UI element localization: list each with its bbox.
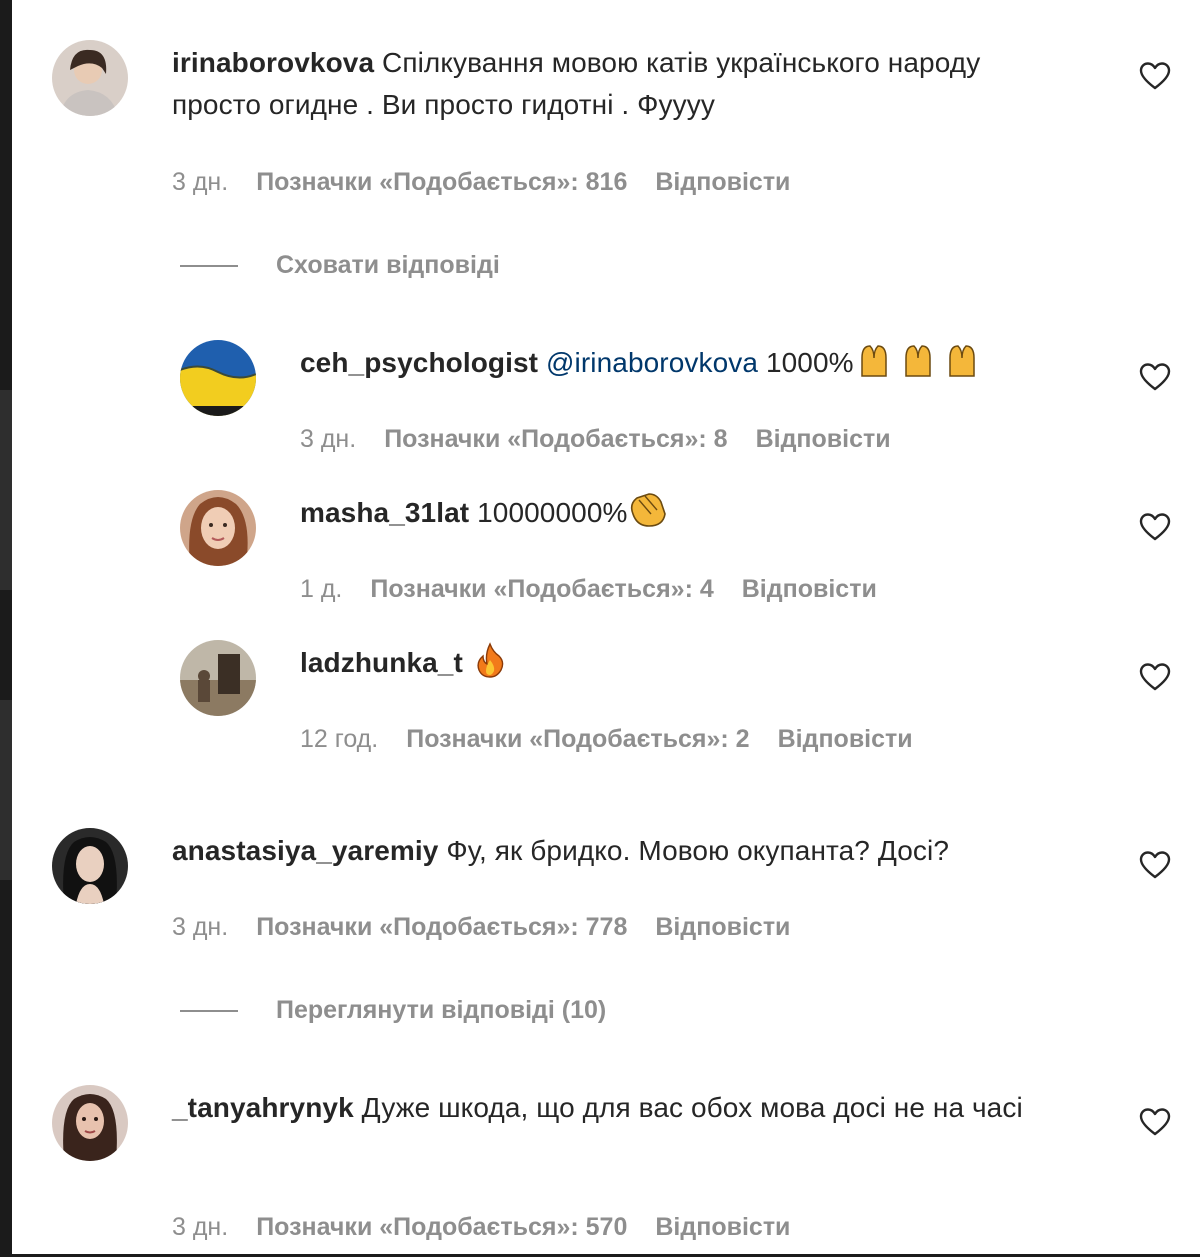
window-left-edge bbox=[0, 0, 12, 1257]
avatar[interactable] bbox=[180, 640, 256, 716]
comment-text: Дуже шкода, що для вас обох мова досі не… bbox=[361, 1092, 1023, 1123]
like-count[interactable]: Позначки «Подобається»: 778 bbox=[256, 913, 627, 941]
like-count[interactable]: Позначки «Подобається»: 816 bbox=[256, 168, 627, 196]
heart-outline-icon[interactable] bbox=[1139, 362, 1171, 392]
mention-link[interactable]: @irinaborovkova bbox=[546, 347, 758, 378]
avatar[interactable] bbox=[180, 490, 256, 566]
view-replies-button[interactable]: Переглянути відповіді (10) bbox=[180, 996, 606, 1025]
heart-outline-icon[interactable] bbox=[1139, 1107, 1171, 1137]
raising-hands-icon bbox=[858, 342, 986, 378]
reply-button[interactable]: Відповісти bbox=[655, 1213, 790, 1241]
reply-username[interactable]: ladzhunka_t bbox=[300, 647, 463, 678]
like-count[interactable]: Позначки «Подобається»: 570 bbox=[256, 1213, 627, 1241]
reply-button[interactable]: Відповісти bbox=[778, 725, 913, 753]
comment-username[interactable]: _tanyahrynyk bbox=[172, 1092, 354, 1123]
avatar[interactable] bbox=[52, 1085, 128, 1161]
reply-button[interactable]: Відповісти bbox=[655, 168, 790, 196]
reply-username[interactable]: ceh_psychologist bbox=[300, 347, 538, 378]
comment-username[interactable]: anastasiya_yaremiy bbox=[172, 835, 438, 866]
like-count[interactable]: Позначки «Подобається»: 8 bbox=[384, 425, 727, 453]
clapping-hands-icon bbox=[627, 492, 667, 528]
like-count[interactable]: Позначки «Подобається»: 2 bbox=[406, 725, 749, 753]
reply-button[interactable]: Відповісти bbox=[655, 913, 790, 941]
comment-time[interactable]: 3 дн. bbox=[172, 913, 228, 941]
heart-outline-icon[interactable] bbox=[1139, 662, 1171, 692]
hide-replies-button[interactable]: Сховати відповіді bbox=[180, 251, 500, 280]
heart-outline-icon[interactable] bbox=[1139, 850, 1171, 880]
comment-username[interactable]: irinaborovkova bbox=[172, 47, 374, 78]
reply-button[interactable]: Відповісти bbox=[756, 425, 891, 453]
heart-outline-icon[interactable] bbox=[1139, 61, 1171, 91]
view-replies-label: Переглянути відповіді (10) bbox=[276, 996, 607, 1024]
comment-time[interactable]: 3 дн. bbox=[172, 1213, 228, 1241]
reply-text: 1000% bbox=[765, 347, 854, 378]
divider-line bbox=[180, 1010, 238, 1013]
fire-icon bbox=[475, 642, 505, 678]
like-count[interactable]: Позначки «Подобається»: 4 bbox=[370, 575, 713, 603]
hide-replies-label: Сховати відповіді bbox=[276, 251, 500, 279]
reply-time[interactable]: 12 год. bbox=[300, 725, 378, 753]
reply-text: 10000000% bbox=[477, 497, 628, 528]
reply-username[interactable]: masha_31lat bbox=[300, 497, 469, 528]
avatar[interactable] bbox=[52, 828, 128, 904]
avatar[interactable] bbox=[180, 340, 256, 416]
avatar[interactable] bbox=[52, 40, 128, 116]
reply-button[interactable]: Відповісти bbox=[742, 575, 877, 603]
comment-text: Фу, як бридко. Мовою окупанта? Досі? bbox=[446, 835, 949, 866]
divider-line bbox=[180, 265, 238, 268]
reply-time[interactable]: 3 дн. bbox=[300, 425, 356, 453]
reply-time[interactable]: 1 д. bbox=[300, 575, 342, 603]
heart-outline-icon[interactable] bbox=[1139, 512, 1171, 542]
comment-time[interactable]: 3 дн. bbox=[172, 168, 228, 196]
